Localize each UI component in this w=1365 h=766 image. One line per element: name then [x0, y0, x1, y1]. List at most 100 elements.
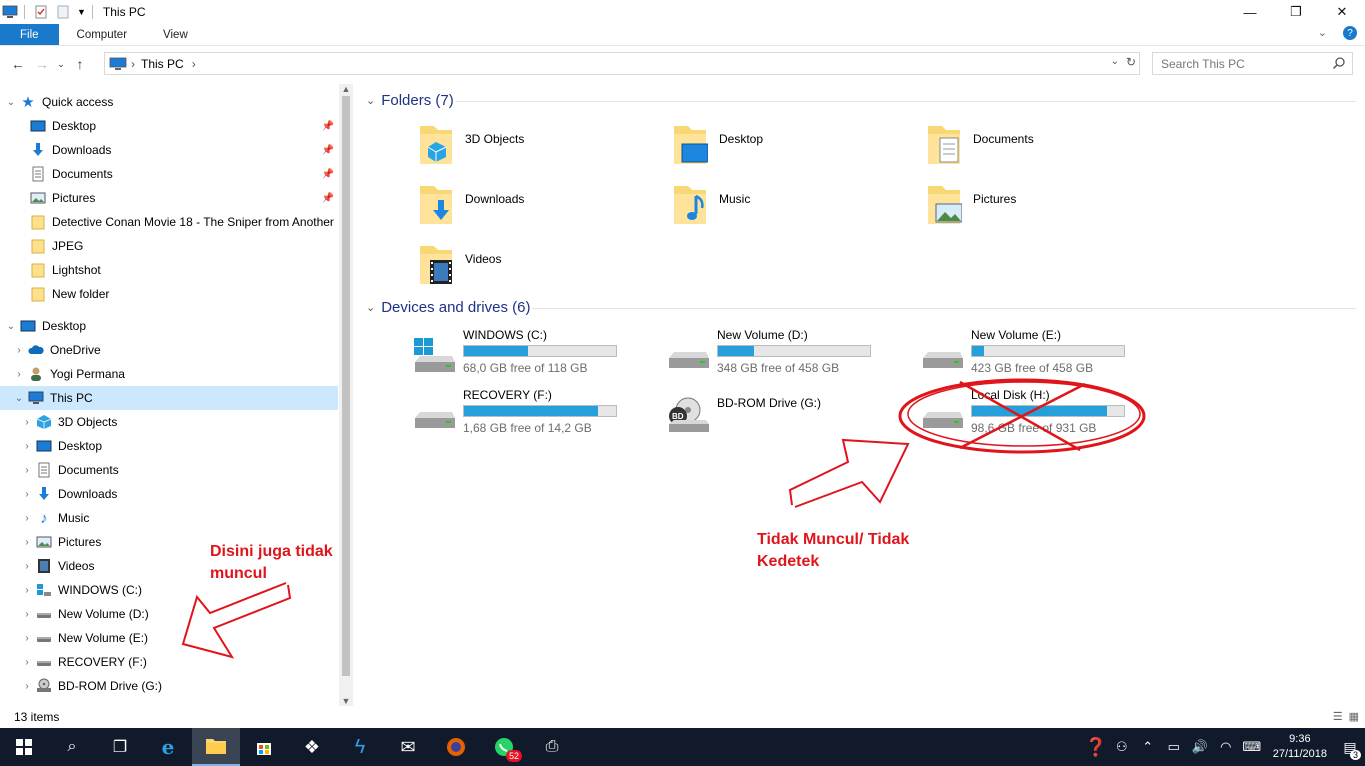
- tab-file[interactable]: File: [0, 24, 59, 45]
- tree-desktop-folder[interactable]: › Desktop: [0, 434, 338, 458]
- address-bar[interactable]: › This PC › ⌄ ↻: [104, 52, 1140, 75]
- help-icon[interactable]: ?: [1343, 26, 1357, 40]
- file-explorer-icon[interactable]: [192, 728, 240, 766]
- drives-group-header[interactable]: ⌄ Devices and drives (6): [366, 299, 530, 316]
- tree-desktop[interactable]: ⌄ Desktop: [0, 314, 338, 338]
- tree-drive-g[interactable]: › BD-ROM Drive (G:): [0, 674, 338, 698]
- tree-drive-f[interactable]: › RECOVERY (F:): [0, 650, 338, 674]
- expanded-chevron-icon[interactable]: ⌄: [6, 97, 16, 108]
- collapsed-chevron-icon[interactable]: ›: [22, 681, 32, 692]
- customize-toolbar-icon[interactable]: ▼: [77, 7, 86, 17]
- folder-desktop[interactable]: Desktop: [672, 122, 922, 178]
- tree-drive-d[interactable]: › New Volume (D:): [0, 602, 338, 626]
- details-view-icon[interactable]: ☰: [1333, 710, 1343, 723]
- close-button[interactable]: ✕: [1319, 0, 1365, 24]
- search-input[interactable]: Search This PC: [1152, 52, 1353, 75]
- collapsed-chevron-icon[interactable]: ›: [14, 369, 24, 380]
- folder-documents[interactable]: Documents: [926, 122, 1176, 178]
- tree-onedrive[interactable]: › OneDrive: [0, 338, 338, 362]
- firefox-icon[interactable]: [432, 728, 480, 766]
- app-lightning-icon[interactable]: ϟ: [336, 728, 384, 766]
- show-hidden-icons-icon[interactable]: ⌃: [1135, 739, 1161, 755]
- quick-access-documents[interactable]: Documents 📌: [0, 162, 338, 186]
- breadcrumb-separator-icon[interactable]: ›: [192, 57, 196, 71]
- quick-access-downloads[interactable]: Downloads 📌: [0, 138, 338, 162]
- action-center-icon[interactable]: ▤ 3: [1335, 739, 1365, 760]
- properties-icon[interactable]: [33, 5, 49, 19]
- quick-access-folder[interactable]: Detective Conan Movie 18 - The Sniper fr…: [0, 210, 338, 234]
- recent-locations-icon[interactable]: ⌄: [54, 52, 68, 76]
- collapsed-chevron-icon[interactable]: ›: [22, 633, 32, 644]
- folder-3d-objects[interactable]: 3D Objects: [418, 122, 668, 178]
- volume-icon[interactable]: 🔊: [1187, 739, 1213, 755]
- drive-h[interactable]: Local Disk (H:) 98,6 GB free of 931 GB: [920, 388, 1170, 444]
- tree-user[interactable]: › Yogi Permana: [0, 362, 338, 386]
- drive-f[interactable]: RECOVERY (F:) 1,68 GB free of 14,2 GB: [412, 388, 662, 444]
- whatsapp-icon[interactable]: 52: [480, 728, 528, 766]
- scroll-down-icon[interactable]: ▼: [339, 696, 353, 706]
- up-arrow-icon[interactable]: ↑: [68, 52, 92, 76]
- collapsed-chevron-icon[interactable]: ›: [22, 441, 32, 452]
- refresh-icon[interactable]: ↻: [1126, 55, 1136, 69]
- collapsed-chevron-icon[interactable]: ›: [22, 489, 32, 500]
- large-icons-view-icon[interactable]: ▦: [1349, 710, 1359, 723]
- expanded-chevron-icon[interactable]: ⌄: [6, 321, 16, 332]
- scrollbar-thumb[interactable]: [342, 96, 350, 676]
- quick-access-folder[interactable]: New folder: [0, 282, 338, 306]
- folder-downloads[interactable]: Downloads: [418, 182, 668, 238]
- help-tray-icon[interactable]: ❓: [1083, 737, 1109, 758]
- search-icon[interactable]: ⌕: [48, 728, 96, 766]
- scroll-up-icon[interactable]: ▲: [339, 84, 353, 94]
- dropbox-icon[interactable]: ❖: [288, 728, 336, 766]
- tree-downloads[interactable]: › Downloads: [0, 482, 338, 506]
- printer-app-icon[interactable]: ⎙: [528, 728, 576, 766]
- battery-icon[interactable]: ▭: [1161, 739, 1187, 755]
- maximize-button[interactable]: ❐: [1273, 0, 1319, 24]
- quick-access-folder[interactable]: JPEG: [0, 234, 338, 258]
- collapsed-chevron-icon[interactable]: ›: [22, 513, 32, 524]
- tree-3d-objects[interactable]: › 3D Objects: [0, 410, 338, 434]
- quick-access[interactable]: ⌄ ★ Quick access: [0, 90, 338, 114]
- task-view-icon[interactable]: ❐: [96, 728, 144, 766]
- folder-pictures[interactable]: Pictures: [926, 182, 1176, 238]
- clock[interactable]: 9:36 27/11/2018: [1273, 732, 1327, 762]
- start-button[interactable]: [0, 728, 48, 766]
- tree-this-pc[interactable]: ⌄ This PC: [0, 386, 338, 410]
- collapsed-chevron-icon[interactable]: ›: [22, 417, 32, 428]
- people-icon[interactable]: ⚇: [1109, 739, 1135, 755]
- collapsed-chevron-icon[interactable]: ›: [14, 345, 24, 356]
- tab-view[interactable]: View: [145, 24, 206, 45]
- collapsed-chevron-icon[interactable]: ›: [22, 657, 32, 668]
- drive-c[interactable]: WINDOWS (C:) 68,0 GB free of 118 GB: [412, 328, 662, 384]
- drive-g[interactable]: BD BD-ROM Drive (G:): [666, 388, 916, 444]
- quick-access-pictures[interactable]: Pictures 📌: [0, 186, 338, 210]
- folder-music[interactable]: Music: [672, 182, 922, 238]
- collapsed-chevron-icon[interactable]: ›: [22, 609, 32, 620]
- expanded-chevron-icon[interactable]: ⌄: [14, 393, 24, 404]
- tab-computer[interactable]: Computer: [59, 24, 146, 45]
- quick-access-folder[interactable]: Lightshot: [0, 258, 338, 282]
- keyboard-icon[interactable]: ⌨: [1239, 739, 1265, 755]
- edge-browser-icon[interactable]: e: [144, 728, 192, 766]
- collapsed-chevron-icon[interactable]: ›: [22, 561, 32, 572]
- tree-music[interactable]: › ♪ Music: [0, 506, 338, 530]
- address-dropdown-icon[interactable]: ⌄: [1111, 56, 1119, 67]
- tree-documents[interactable]: › Documents: [0, 458, 338, 482]
- breadcrumb-this-pc[interactable]: This PC: [141, 57, 184, 71]
- store-icon[interactable]: [240, 728, 288, 766]
- new-folder-icon[interactable]: [55, 5, 71, 19]
- group-collapse-icon[interactable]: ⌄: [366, 94, 375, 107]
- folder-videos[interactable]: Videos: [418, 242, 668, 298]
- quick-access-desktop[interactable]: Desktop 📌: [0, 114, 338, 138]
- minimize-button[interactable]: —: [1227, 0, 1273, 24]
- tree-drive-e[interactable]: › New Volume (E:): [0, 626, 338, 650]
- expand-ribbon-icon[interactable]: ⌄: [1318, 26, 1327, 40]
- drive-d[interactable]: New Volume (D:) 348 GB free of 458 GB: [666, 328, 916, 384]
- forward-arrow-icon[interactable]: →: [30, 52, 54, 76]
- wifi-icon[interactable]: ◠: [1213, 739, 1239, 755]
- mail-icon[interactable]: ✉: [384, 728, 432, 766]
- folders-group-header[interactable]: ⌄ Folders (7): [366, 92, 454, 109]
- drive-e[interactable]: New Volume (E:) 423 GB free of 458 GB: [920, 328, 1170, 384]
- group-collapse-icon[interactable]: ⌄: [366, 301, 375, 314]
- back-arrow-icon[interactable]: ←: [6, 52, 30, 76]
